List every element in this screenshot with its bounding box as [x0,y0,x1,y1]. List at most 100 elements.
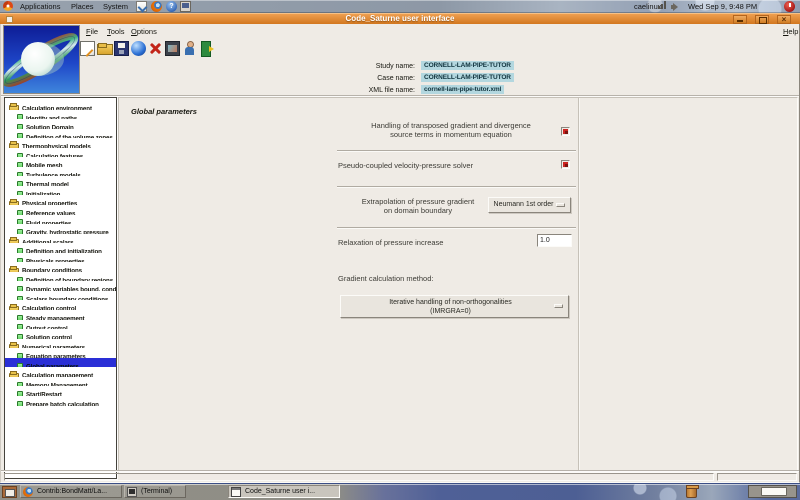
trash-icon[interactable] [686,485,699,498]
firefox-icon[interactable] [151,1,162,12]
ubuntu-logo-icon[interactable] [3,1,13,11]
xml-file-name-label: XML file name: [368,87,415,94]
tree-item[interactable]: Physical properties [5,195,116,206]
tree-item[interactable]: Reference values [5,205,116,215]
show-desktop-icon[interactable] [2,486,17,498]
close-button[interactable]: × [777,15,791,24]
transposed-gradient-checkbox[interactable] [561,127,570,136]
tree-item[interactable]: Initialization [5,186,116,196]
page-title: Global parameters [131,107,197,116]
tree-item[interactable]: Scalars boundary conditions [5,291,116,301]
page-icon [17,171,23,177]
menu-system[interactable]: System [103,0,128,13]
power-icon[interactable] [784,1,795,12]
tree-item[interactable]: Turbulence models [5,167,116,177]
tree-item[interactable]: Calculation features [5,148,116,158]
extrapolation-combobox[interactable]: Neumann 1st order [488,197,571,213]
case-name-value: CORNELL-LAM-PIPE-TUTOR [421,73,514,82]
gradient-method-label: Gradient calculation method: [338,274,434,283]
tree-item[interactable]: Prepare batch calculation [5,396,116,406]
study-name-value: CORNELL-LAM-PIPE-TUTOR [421,61,514,70]
window-titlebar[interactable]: Code_Saturne user interface × [0,13,800,24]
screen-icon[interactable] [180,1,191,12]
tree-item[interactable]: Equation parameters [5,348,116,358]
window-icon [231,487,241,497]
tree-item[interactable]: Fluid properties [5,215,116,225]
tree-item-label: Calculation environment [22,105,92,110]
relaxation-input[interactable] [537,234,572,247]
menu-options[interactable]: Options [131,27,157,36]
tree-item[interactable]: Additional scalars [5,234,116,244]
menu-file[interactable]: File [86,27,98,36]
tree-item[interactable]: Thermophysical models [5,138,116,148]
tree-item[interactable]: Gravity, hydrostatic pressure [5,224,116,234]
tools-icon[interactable] [148,41,163,56]
panel-divider [578,98,579,472]
minimize-button[interactable] [733,15,747,24]
folder-icon [9,341,19,349]
page-icon [17,152,23,158]
save-icon[interactable] [114,41,129,56]
task-label: (Terminal) [141,488,173,495]
tree-item[interactable]: Boundary conditions [5,262,116,272]
menu-applications[interactable]: Applications [20,0,60,13]
page-icon [17,352,23,358]
tree-item[interactable]: Definition of boundary regions [5,272,116,282]
tree-item[interactable]: Mobile mesh [5,157,116,167]
menu-tools[interactable]: Tools [107,27,125,36]
folder-icon [9,236,19,244]
tree-item[interactable]: Thermal model [5,176,116,186]
taskbar-task[interactable]: (Terminal) [124,485,186,498]
tree-item[interactable]: Calculation environment [5,100,116,110]
tree-item[interactable]: Dynamic variables bound. cond. [5,281,116,291]
workspace-thumbnail[interactable] [761,487,787,496]
tree-item[interactable]: Numerical parameters [5,339,116,349]
tree-item[interactable]: Calculation control [5,300,116,311]
tree-item[interactable]: Solution control [5,329,116,339]
tree-item[interactable]: Physicals properties [5,253,116,263]
tree-item-label: Reference values [26,210,76,215]
folder-icon [9,265,19,272]
pseudo-coupled-checkbox[interactable] [561,160,570,169]
clock-label[interactable]: Wed Sep 9, 9:48 PM [688,0,757,13]
tree-item[interactable]: Definition of the volume zones [5,129,116,139]
maximize-button[interactable] [755,15,769,24]
tree-item[interactable]: Calculation management [5,367,116,377]
transposed-gradient-label: Handling of transposed gradient and dive… [371,121,531,139]
new-case-icon[interactable] [80,41,95,56]
page-icon [17,314,23,320]
main-panel: Global parameters Handling of transposed… [118,97,798,473]
signal-icon [658,1,668,11]
tree-item[interactable]: Start/Restart [5,386,116,396]
case-name-label: Case name: [377,75,415,82]
gradient-method-combobox[interactable]: Iterative handling of non-orthogonalitie… [340,295,569,318]
menu-places[interactable]: Places [71,0,94,13]
tree-item[interactable]: Definition and initialization [5,243,116,253]
page-icon [17,362,23,368]
relaxation-label: Relaxation of pressure increase [338,238,444,247]
separator [337,227,576,229]
menu-help[interactable]: Help [783,27,798,36]
quit-icon[interactable] [199,41,214,57]
tree-item[interactable]: Memory Management [5,377,116,387]
tree-item[interactable]: Steady management [5,310,116,320]
firefox-icon [23,487,33,497]
snapshot-icon[interactable] [165,41,180,56]
taskbar-task[interactable]: Contrib:BondMatt/La... [20,485,122,498]
tree-item-label: Steady management [26,315,85,320]
open-icon[interactable] [97,41,113,56]
help-icon[interactable]: ? [166,1,177,12]
tree-item[interactable]: Output control [5,320,116,330]
page-icon [17,257,23,263]
page-icon [17,190,23,196]
taskbar-task[interactable]: Code_Saturne user i... [228,485,340,498]
runcase-icon[interactable] [182,41,197,56]
tree-item[interactable]: Solution Domain [5,119,116,129]
volume-icon[interactable] [671,3,679,11]
tree-item-selected[interactable]: Global parameters [5,357,116,368]
notes-icon[interactable] [136,1,147,12]
page-icon [17,247,23,253]
globe-icon[interactable] [131,41,146,56]
tree-item[interactable]: Identity and paths [5,110,116,120]
workspace-switcher[interactable] [748,485,797,498]
